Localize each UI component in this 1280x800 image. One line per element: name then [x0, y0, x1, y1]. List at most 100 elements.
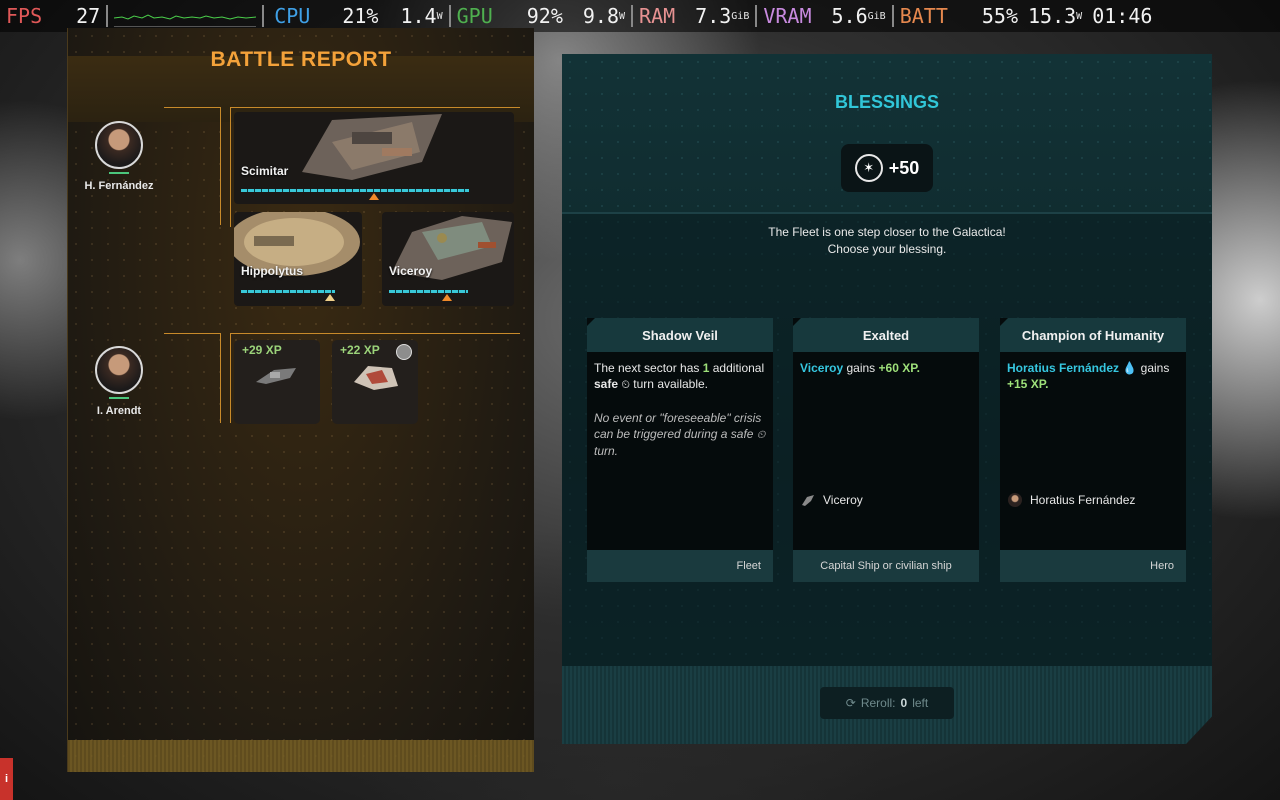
blessing-card-category: Capital Ship or civilian ship [793, 550, 979, 582]
reroll-button[interactable]: ⟳ Reroll: 0 left [820, 687, 954, 719]
hero-card[interactable]: I. Arendt [64, 346, 174, 417]
ship-icon [802, 495, 814, 506]
ship-name: Viceroy [389, 264, 433, 278]
blessing-description: Viceroy gains +60 XP. [800, 360, 972, 376]
blessing-card-body: Horatius Fernández 💧 gains +15 XP. Horat… [1000, 352, 1186, 550]
cpu-watts-unit: W [436, 10, 443, 22]
hero-card[interactable]: H. Fernández [64, 121, 174, 192]
ship-health-marker [324, 294, 335, 301]
reroll-icon: ⟳ [845, 696, 856, 710]
ship-icon [302, 114, 442, 180]
blessings-message: The Fleet is one step closer to the Gala… [562, 224, 1212, 258]
ship-card-viceroy[interactable]: Viceroy [382, 212, 514, 306]
divider [106, 5, 109, 27]
blessing-card-body: Viceroy gains +60 XP. Viceroy [793, 352, 979, 550]
connector-line [230, 333, 520, 334]
xp-reward-card[interactable]: +22 XP [332, 340, 418, 424]
gpu-watts-unit: W [619, 10, 626, 22]
battle-report-panel: BATTLE REPORT H. Fernández Scimitar Hipp… [67, 28, 534, 772]
gpu-label: GPU [456, 4, 493, 28]
connector-line [230, 107, 520, 108]
hero-status-bars [109, 172, 129, 176]
ram-value: 7.3 [695, 4, 732, 28]
text: gains [843, 361, 879, 375]
fps-value: 27 [76, 4, 101, 28]
ship-name: Scimitar [241, 164, 289, 178]
blessing-card-champion-of-humanity[interactable]: Champion of Humanity Horatius Fernández … [1000, 318, 1186, 582]
blessing-card-category: Hero [1000, 550, 1186, 582]
ship-health-marker [442, 294, 452, 301]
hero-portrait-icon [95, 121, 143, 169]
text: turn. [594, 444, 619, 458]
ram-label: RAM [639, 4, 676, 28]
battery-watts-unit: W [1076, 10, 1083, 22]
blessing-card-title: Shadow Veil [587, 318, 773, 352]
blessing-note: No event or "foreseeable" crisis can be … [594, 410, 766, 459]
text: additional [709, 361, 765, 375]
gpu-watts: 9.8 [582, 4, 619, 28]
hero-name: H. Fernández [84, 180, 154, 192]
connector-line [164, 333, 220, 334]
keyword-safe: safe [730, 427, 754, 441]
battle-report-title: BATTLE REPORT [210, 48, 392, 71]
blessing-reward-value: +50 [888, 157, 920, 178]
clock-icon: ⏲ [621, 379, 630, 391]
battery-percent: 55% [981, 4, 1018, 28]
blessing-target[interactable]: Viceroy [801, 492, 863, 508]
ship-icon [256, 368, 296, 384]
hero-name: I. Arendt [96, 405, 142, 417]
reroll-suffix: left [912, 696, 929, 710]
xp-amount: +15 XP. [1007, 377, 1049, 391]
ship-name: Hippolytus [241, 264, 303, 278]
xp-reward-card[interactable]: +29 XP [234, 340, 320, 424]
battle-report-footer [68, 740, 534, 772]
reroll-label: Reroll: [860, 696, 896, 710]
cpu-watts: 1.4 [400, 4, 437, 28]
blessing-description: The next sector has 1 additional safe ⏲ … [594, 360, 766, 393]
blessing-card-title: Champion of Humanity [1000, 318, 1186, 352]
vram-unit: GiB [867, 10, 886, 22]
connector-line [230, 107, 231, 227]
cpu-label: CPU [274, 4, 311, 28]
rank-badge-icon [396, 344, 412, 360]
blessing-card-title: Exalted [793, 318, 979, 352]
blessing-card-body: The next sector has 1 additional safe ⏲ … [587, 352, 773, 550]
battery-watts: 15.3 [1028, 4, 1077, 28]
ship-health-bar [241, 290, 336, 293]
ship-card-scimitar[interactable]: Scimitar [234, 112, 514, 204]
blessing-card-category: Fleet [587, 550, 773, 582]
blessings-message-line: Choose your blessing. [827, 242, 947, 256]
cpu-percent: 21% [342, 4, 379, 28]
text: gains [1137, 361, 1170, 375]
blessing-target[interactable]: Horatius Fernández [1008, 492, 1135, 508]
blessings-message-line: The Fleet is one step closer to the Gala… [768, 225, 1006, 239]
clock-icon: ⏲ [756, 429, 766, 441]
hero-portrait-icon [95, 346, 143, 394]
target-name: Viceroy [800, 361, 844, 375]
gpu-percent: 92% [526, 4, 563, 28]
cylon-icon: ✶ [854, 154, 883, 182]
xp-amount: +60 XP. [878, 361, 920, 375]
blessing-description: Horatius Fernández 💧 gains +15 XP. [1007, 360, 1179, 392]
ram-unit: GiB [731, 10, 750, 22]
connector-line [220, 333, 221, 423]
divider [755, 5, 758, 27]
info-icon[interactable]: i [0, 758, 13, 800]
blessing-card-exalted[interactable]: Exalted Viceroy gains +60 XP. Viceroy Ca… [793, 318, 979, 582]
blessings-title: BLESSINGS [834, 92, 940, 112]
divider [562, 212, 1212, 214]
blessing-target-name: Viceroy [823, 493, 863, 507]
vram-label: VRAM [763, 4, 812, 28]
text: turn available. [629, 377, 709, 391]
blessing-card-shadow-veil[interactable]: Shadow Veil The next sector has 1 additi… [587, 318, 773, 582]
ship-health-marker [368, 193, 379, 200]
water-drop-icon: 💧 [1122, 361, 1138, 375]
reroll-count: 0 [900, 696, 908, 710]
blessing-target-name: Horatius Fernández [1030, 493, 1136, 507]
clock: 01:46 [1092, 4, 1153, 28]
ship-card-hippolytus[interactable]: Hippolytus [234, 212, 362, 306]
target-name: Horatius Fernández [1007, 361, 1120, 375]
divider [891, 5, 894, 27]
hero-status-bars [109, 397, 129, 401]
frametime-graph [114, 6, 257, 27]
